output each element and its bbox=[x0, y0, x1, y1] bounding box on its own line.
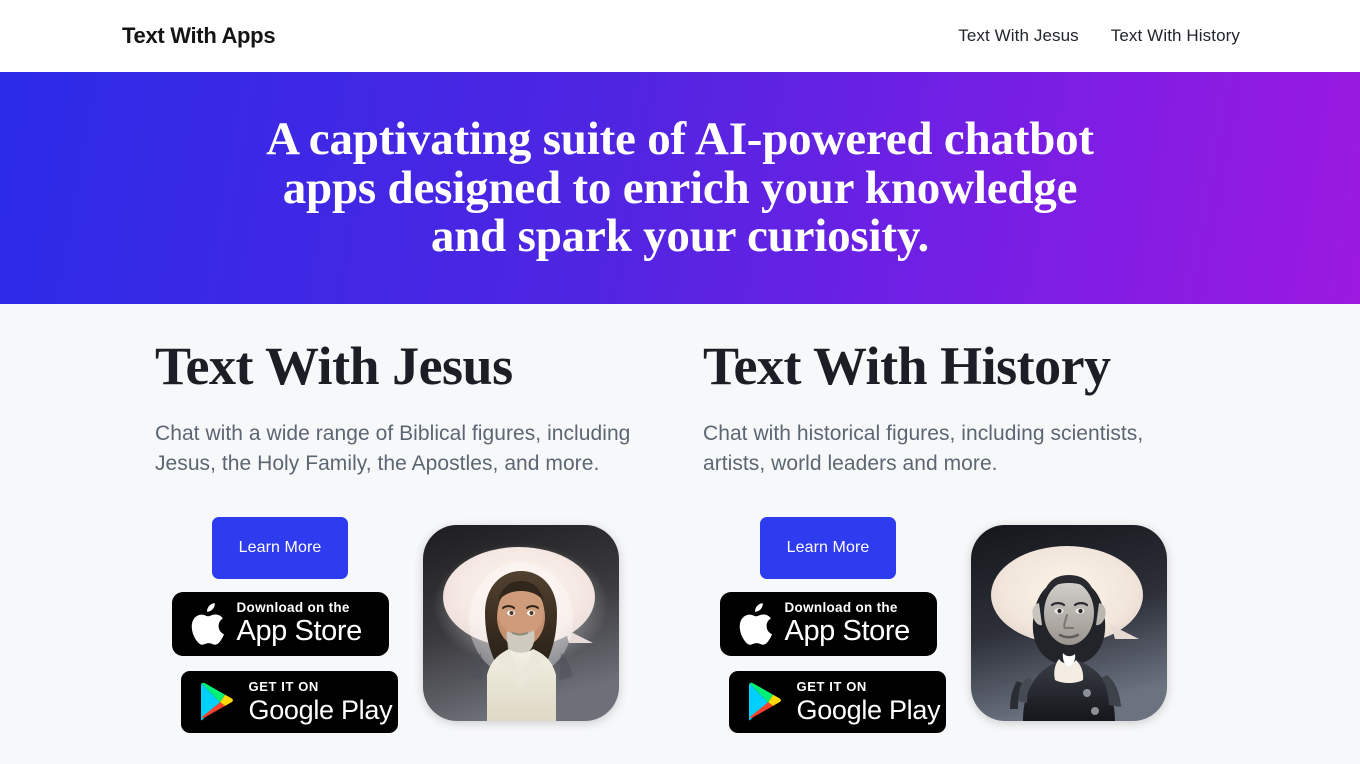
google-play-badge-text-jesus: GET IT ON Google Play bbox=[249, 680, 393, 724]
apps-section: Text With Jesus Chat with a wide range o… bbox=[0, 304, 1360, 764]
app-store-badge-small-history: Download on the bbox=[784, 600, 898, 616]
nav-link-text-with-history[interactable]: Text With History bbox=[1111, 26, 1240, 46]
app-store-badge-text-jesus: Download on the App Store bbox=[236, 600, 363, 647]
app-title-jesus: Text With Jesus bbox=[155, 336, 513, 396]
download-badge-stack-history: Learn More Download on the App Store GET… bbox=[703, 516, 953, 733]
google-play-icon bbox=[747, 682, 783, 722]
app-body-history: Learn More Download on the App Store GET… bbox=[703, 516, 1360, 733]
learn-more-button-jesus[interactable]: Learn More bbox=[212, 516, 348, 579]
app-store-badge-jesus[interactable]: Download on the App Store bbox=[171, 591, 389, 656]
app-store-badge-small-jesus: Download on the bbox=[236, 600, 350, 616]
app-store-badge-text-history: Download on the App Store bbox=[784, 600, 911, 647]
google-play-badge-big-jesus: Google Play bbox=[248, 694, 393, 725]
download-badge-stack-jesus: Learn More Download on the App Store GET… bbox=[155, 516, 405, 733]
google-play-badge-history[interactable]: GET IT ON Google Play bbox=[728, 670, 946, 733]
google-play-badge-jesus[interactable]: GET IT ON Google Play bbox=[180, 670, 398, 733]
google-play-icon bbox=[199, 682, 235, 722]
app-store-badge-history[interactable]: Download on the App Store bbox=[719, 591, 937, 656]
brand-logo-text[interactable]: Text With Apps bbox=[122, 23, 276, 49]
hero-banner: A captivating suite of AI-powered chatbo… bbox=[0, 72, 1360, 304]
app-description-jesus: Chat with a wide range of Biblical figur… bbox=[155, 421, 631, 475]
app-description-history: Chat with historical figures, including … bbox=[703, 421, 1144, 475]
google-play-badge-big-history: Google Play bbox=[796, 694, 941, 725]
app-body-jesus: Learn More Download on the App Store GET… bbox=[155, 516, 680, 733]
site-header: Text With Apps Text With Jesus Text With… bbox=[0, 0, 1360, 72]
hero-headline: A captivating suite of AI-powered chatbo… bbox=[266, 112, 1094, 263]
app-store-badge-big-history: App Store bbox=[784, 614, 911, 647]
learn-more-button-history[interactable]: Learn More bbox=[760, 516, 896, 579]
apple-icon bbox=[738, 602, 772, 645]
nav-link-text-with-jesus[interactable]: Text With Jesus bbox=[958, 26, 1079, 46]
app-card-text-with-history: Text With History Chat with historical f… bbox=[680, 304, 1360, 764]
google-play-badge-text-history: GET IT ON Google Play bbox=[797, 680, 941, 724]
google-play-badge-small-history: GET IT ON bbox=[796, 678, 867, 694]
text-with-history-app-icon[interactable] bbox=[971, 524, 1167, 721]
apple-icon bbox=[190, 602, 224, 645]
app-store-badge-big-jesus: App Store bbox=[236, 614, 363, 647]
google-play-badge-small-jesus: GET IT ON bbox=[248, 678, 319, 694]
primary-navigation: Text With Jesus Text With History bbox=[958, 26, 1240, 46]
app-card-text-with-jesus: Text With Jesus Chat with a wide range o… bbox=[0, 304, 680, 764]
app-title-history: Text With History bbox=[703, 336, 1111, 396]
text-with-jesus-app-icon[interactable] bbox=[423, 524, 619, 721]
